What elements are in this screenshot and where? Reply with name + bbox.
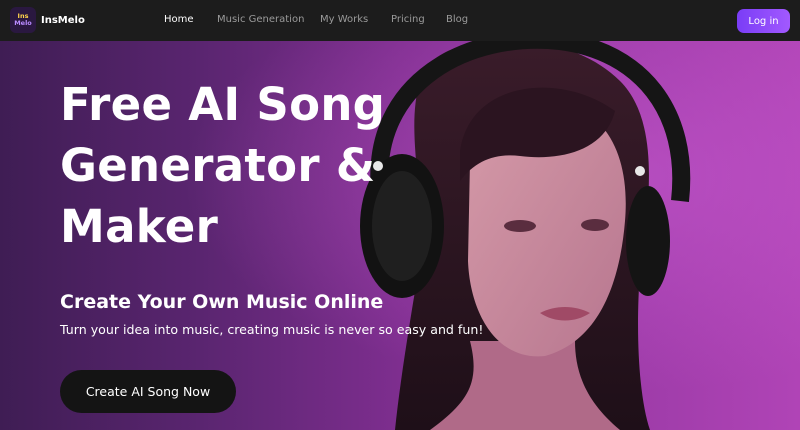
headline-line-3: Maker: [60, 200, 219, 253]
hero-section: Free AI Song Generator & Maker Create Yo…: [0, 41, 800, 430]
nav-item-music-generation[interactable]: Music Generation: [217, 14, 304, 25]
login-button[interactable]: Log in: [737, 9, 790, 33]
top-navbar: Ins Melo InsMelo Home Music Generation M…: [0, 0, 800, 41]
nav-item-home[interactable]: Home: [164, 14, 194, 25]
headline-line-2: Generator &: [60, 139, 376, 192]
nav-item-blog[interactable]: Blog: [446, 14, 468, 25]
hero-description: Turn your idea into music, creating musi…: [60, 322, 484, 337]
headphone-right-cup: [626, 186, 670, 296]
nav-links: Home Music Generation My Works Pricing B…: [0, 0, 800, 41]
headline-line-1: Free AI Song: [60, 78, 386, 131]
hero-headline: Free AI Song Generator & Maker: [60, 74, 420, 257]
nav-item-my-works[interactable]: My Works: [320, 14, 368, 25]
hero-subtitle: Create Your Own Music Online: [60, 291, 384, 313]
nav-item-pricing[interactable]: Pricing: [391, 14, 425, 25]
create-ai-song-button[interactable]: Create AI Song Now: [60, 370, 236, 413]
